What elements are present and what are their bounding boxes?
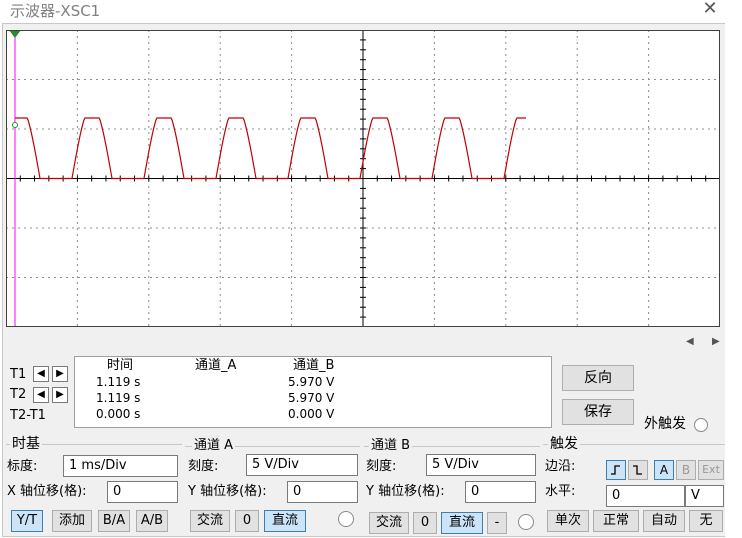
screen-scrollbar[interactable]: ◀ ▶ [6, 336, 726, 350]
trigger-level-unit[interactable]: V [685, 485, 724, 507]
trigger-source-ext-button[interactable]: Ext [698, 460, 724, 480]
channel-a-zero-button[interactable]: 0 [235, 510, 259, 532]
timebase-scale-input[interactable]: 1 ms/Div [63, 455, 178, 477]
channel-b-scale-input[interactable]: 5 V/Div [426, 454, 536, 476]
timebase-xpos-label: X 轴位移(格): [7, 484, 87, 499]
header-channel-b: 通道_B [293, 358, 335, 373]
oscilloscope-screen[interactable] [6, 30, 720, 327]
save-button[interactable]: 保存 [562, 399, 634, 425]
channel-a-scale-input[interactable]: 5 V/Div [246, 454, 358, 476]
scroll-left-icon[interactable]: ◀ [686, 336, 694, 347]
mode-ab-button[interactable]: A/B [136, 510, 168, 532]
channel-a-ypos-label: Y 轴位移(格): [188, 484, 267, 499]
header-time: 时间 [107, 358, 134, 373]
t2-right-arrow-icon[interactable]: ▶ [52, 387, 68, 403]
close-icon[interactable]: ✕ [697, 0, 723, 22]
channel-b-ac-button[interactable]: 交流 [369, 512, 409, 534]
falling-edge-icon[interactable] [628, 460, 648, 480]
t1-right-arrow-icon[interactable]: ▶ [52, 366, 68, 382]
background-strip [725, 0, 742, 538]
channel-b-minus-button[interactable]: - [487, 512, 507, 534]
timebase-xpos-input[interactable]: 0 [107, 481, 178, 503]
trigger-none-button[interactable]: 无 [689, 510, 723, 532]
external-trigger-label: 外触发 [644, 416, 686, 432]
trigger-edge-label: 边沿: [545, 459, 576, 474]
trigger-normal-button[interactable]: 正常 [593, 510, 639, 532]
window-title: 示波器-XSC1 [10, 2, 101, 20]
t2-channel-b: 5.970 V [288, 391, 335, 405]
cursor-readout-table: 时间 通道_A 通道_B 1.119 s 5.970 V 1.119 s 5.9… [74, 356, 552, 428]
channel-a-scale-label: 刻度: [188, 459, 219, 474]
t1-left-arrow-icon[interactable]: ◀ [33, 366, 49, 382]
channel-a-title: 通道 A [192, 438, 236, 454]
channel-b-color-radio[interactable] [518, 514, 534, 530]
timebase-scale-label: 标度: [7, 459, 38, 474]
rising-edge-icon[interactable] [606, 460, 626, 480]
t2-t1-label: T2-T1 [10, 408, 46, 423]
mode-ba-button[interactable]: B/A [98, 510, 130, 532]
mode-yt-button[interactable]: Y/T [11, 510, 43, 532]
trigger-level-input[interactable]: 0 [606, 485, 685, 507]
channel-b-ypos-label: Y 轴位移(格): [366, 484, 445, 499]
channel-a-color-radio[interactable] [338, 511, 354, 527]
t2-label: T2 [10, 387, 27, 402]
t2-t1-channel-b: 0.000 V [288, 407, 335, 421]
mode-add-button[interactable]: 添加 [52, 510, 92, 532]
t1-channel-b: 5.970 V [288, 375, 335, 389]
external-trigger-radio[interactable] [694, 418, 708, 432]
trigger-auto-button[interactable]: 自动 [643, 510, 685, 532]
channel-b-title: 通道 B [369, 438, 413, 454]
t2-left-arrow-icon[interactable]: ◀ [33, 387, 49, 403]
channel-b-scale-label: 刻度: [366, 459, 397, 474]
trigger-level-label: 水平: [545, 484, 576, 499]
timebase-title: 时基 [10, 436, 42, 452]
trigger-title: 触发 [548, 436, 580, 452]
cursor-t1-dot [12, 122, 18, 128]
channel-a-dc-button[interactable]: 直流 [264, 510, 306, 532]
trigger-source-a-button[interactable]: A [654, 460, 674, 480]
trigger-single-button[interactable]: 单次 [547, 510, 589, 532]
trigger-source-b-button[interactable]: B [676, 460, 696, 480]
reverse-button[interactable]: 反向 [562, 365, 634, 391]
t1-label: T1 [10, 367, 27, 382]
header-channel-a: 通道_A [195, 358, 237, 373]
channel-b-dc-button[interactable]: 直流 [441, 512, 483, 534]
channel-b-zero-button[interactable]: 0 [413, 512, 437, 534]
channel-a-ypos-input[interactable]: 0 [287, 481, 358, 503]
t2-time: 1.119 s [96, 391, 141, 405]
t1-time: 1.119 s [96, 375, 141, 389]
channel-a-ac-button[interactable]: 交流 [190, 510, 230, 532]
t2-t1-time: 0.000 s [96, 407, 141, 421]
channel-b-ypos-input[interactable]: 0 [465, 481, 536, 503]
scroll-right-icon[interactable]: ▶ [712, 336, 720, 347]
